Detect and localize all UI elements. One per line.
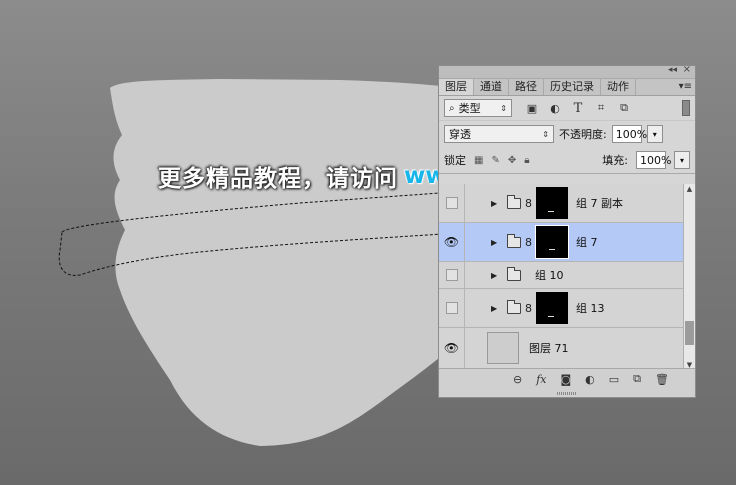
- layer-row-group13[interactable]: ▶ 8 组 13: [439, 289, 683, 328]
- mask-icon[interactable]: ◙: [560, 373, 571, 386]
- filter-type-select[interactable]: ⌕ 类型 ⇕: [444, 99, 512, 117]
- type-filter-icon[interactable]: T: [572, 101, 584, 116]
- filter-toggle[interactable]: [682, 100, 690, 116]
- image-filter-icon[interactable]: ▣: [526, 102, 538, 115]
- expand-arrow-icon[interactable]: ▶: [491, 199, 501, 208]
- chain-link-icon[interactable]: 8: [525, 236, 533, 249]
- fill-label: 填充:: [602, 154, 628, 167]
- folder-icon: [507, 299, 521, 314]
- close-icon[interactable]: ×: [683, 64, 691, 75]
- visibility-toggle[interactable]: 👁︎: [439, 328, 465, 368]
- stepper-arrows-icon: ⇕: [542, 129, 549, 139]
- tab-channels[interactable]: 通道: [474, 79, 509, 95]
- layer-name: 组 10: [535, 269, 564, 282]
- fill-dropdown-icon[interactable]: ▾: [674, 151, 690, 169]
- adjustment-filter-icon[interactable]: ◐: [549, 102, 561, 115]
- footer-icons: ⊖ fx ◙ ◐ ▭ ⧉ 🗑︎: [439, 369, 695, 389]
- layer-name: 组 7 副本: [576, 197, 623, 210]
- shape-filter-icon[interactable]: ⌗: [595, 101, 607, 114]
- lock-all-icon[interactable]: 🔒︎: [524, 155, 529, 166]
- layer-list: ▶ 8 组 7 副本 👁︎ ▶ 8 组 7 ▶ 组 10 ▶ 8 组 13 👁︎…: [439, 184, 683, 370]
- layer-mask-thumbnail[interactable]: [536, 187, 568, 219]
- visibility-toggle[interactable]: 👁︎: [439, 223, 465, 261]
- layer-name: 组 7: [576, 236, 598, 249]
- tab-paths[interactable]: 路径: [509, 79, 544, 95]
- layer-row-layer71[interactable]: 👁︎ 图层 71: [439, 328, 683, 369]
- panel-menu-icon[interactable]: ▾≡: [679, 79, 692, 95]
- lock-paint-icon[interactable]: ✎: [491, 155, 499, 166]
- adjustment-icon[interactable]: ◐: [585, 373, 595, 386]
- lock-label: 锁定: [444, 154, 466, 167]
- cup-shape: [110, 79, 470, 446]
- hidden-eye-icon: [445, 302, 458, 314]
- lock-move-icon[interactable]: ✥: [508, 155, 516, 166]
- layer-row-group7-copy[interactable]: ▶ 8 组 7 副本: [439, 184, 683, 223]
- expand-arrow-icon[interactable]: ▶: [491, 238, 501, 247]
- chain-link-icon[interactable]: 8: [525, 197, 533, 210]
- tab-layers[interactable]: 图层: [439, 79, 474, 95]
- folder-icon: [507, 194, 521, 209]
- layer-thumbnail[interactable]: [487, 332, 519, 364]
- opacity-dropdown-icon[interactable]: ▾: [646, 125, 663, 143]
- resize-grip[interactable]: [557, 392, 577, 395]
- fx-icon[interactable]: fx: [536, 373, 546, 386]
- opacity-input[interactable]: 100%: [611, 125, 647, 143]
- layers-panel: ◂◂ × 图层 通道 路径 历史记录 动作 ▾≡ ⌕ 类型 ⇕ ▣ ◐ T ⌗ …: [438, 64, 696, 398]
- layer-row-group7[interactable]: 👁︎ ▶ 8 组 7: [439, 223, 683, 262]
- filter-row: ⌕ 类型 ⇕ ▣ ◐ T ⌗ ⧉: [439, 96, 695, 121]
- opacity-label: 不透明度:: [559, 128, 607, 141]
- expand-arrow-icon[interactable]: ▶: [491, 304, 501, 313]
- panel-tabs: 图层 通道 路径 历史记录 动作 ▾≡: [439, 79, 695, 96]
- folder-icon: [507, 266, 521, 281]
- visibility-toggle[interactable]: [439, 262, 465, 288]
- visibility-toggle[interactable]: [439, 289, 465, 327]
- filter-type-value: 类型: [458, 102, 481, 115]
- layer-list-scrollbar[interactable]: ▲ ▼: [683, 184, 695, 370]
- collapse-icon[interactable]: ◂◂: [668, 65, 677, 75]
- trash-icon[interactable]: 🗑︎: [655, 373, 669, 386]
- lock-transparent-icon[interactable]: ▦: [474, 155, 483, 166]
- hidden-eye-icon: [445, 197, 458, 209]
- expand-arrow-icon[interactable]: ▶: [491, 271, 501, 280]
- blend-mode-select[interactable]: 穿透 ⇕: [444, 125, 554, 143]
- lock-row: 锁定 ▦ ✎ ✥ 🔒︎ 填充: 100% ▾: [439, 147, 695, 174]
- group-folder-icon[interactable]: ▭: [609, 373, 619, 386]
- hidden-eye-icon: [445, 269, 458, 281]
- smart-object-filter-icon[interactable]: ⧉: [618, 101, 630, 114]
- lock-icons: ▦ ✎ ✥ 🔒︎: [474, 155, 530, 166]
- search-icon: ⌕: [449, 102, 455, 114]
- new-layer-icon[interactable]: ⧉: [633, 372, 641, 386]
- scroll-thumb[interactable]: [685, 321, 694, 345]
- layer-name: 图层 71: [529, 342, 569, 355]
- panel-footer: ⊖ fx ◙ ◐ ▭ ⧉ 🗑︎: [439, 368, 695, 397]
- eye-icon: 👁︎: [443, 341, 460, 355]
- tab-history[interactable]: 历史记录: [544, 79, 601, 95]
- layer-row-group10[interactable]: ▶ 组 10: [439, 262, 683, 289]
- filter-icons: ▣ ◐ T ⌗ ⧉: [526, 101, 630, 116]
- eye-icon: 👁︎: [443, 235, 460, 249]
- visibility-toggle[interactable]: [439, 184, 465, 222]
- link-icon[interactable]: ⊖: [513, 373, 522, 386]
- stepper-arrows-icon: ⇕: [500, 103, 507, 113]
- chain-link-icon[interactable]: 8: [525, 302, 533, 315]
- layer-mask-thumbnail[interactable]: [535, 225, 569, 259]
- watermark-text: 更多精品教程，请访问: [158, 166, 398, 192]
- blend-mode-value: 穿透: [449, 128, 471, 141]
- tab-actions[interactable]: 动作: [601, 79, 636, 95]
- panel-title-bar[interactable]: ◂◂ ×: [439, 64, 695, 79]
- layer-mask-thumbnail[interactable]: [536, 292, 568, 324]
- folder-icon: [507, 233, 521, 248]
- scroll-up-icon[interactable]: ▲: [684, 184, 695, 194]
- fill-input[interactable]: 100%: [636, 151, 671, 169]
- blend-row: 穿透 ⇕ 不透明度: 100% ▾: [439, 121, 695, 147]
- layer-name: 组 13: [576, 302, 605, 315]
